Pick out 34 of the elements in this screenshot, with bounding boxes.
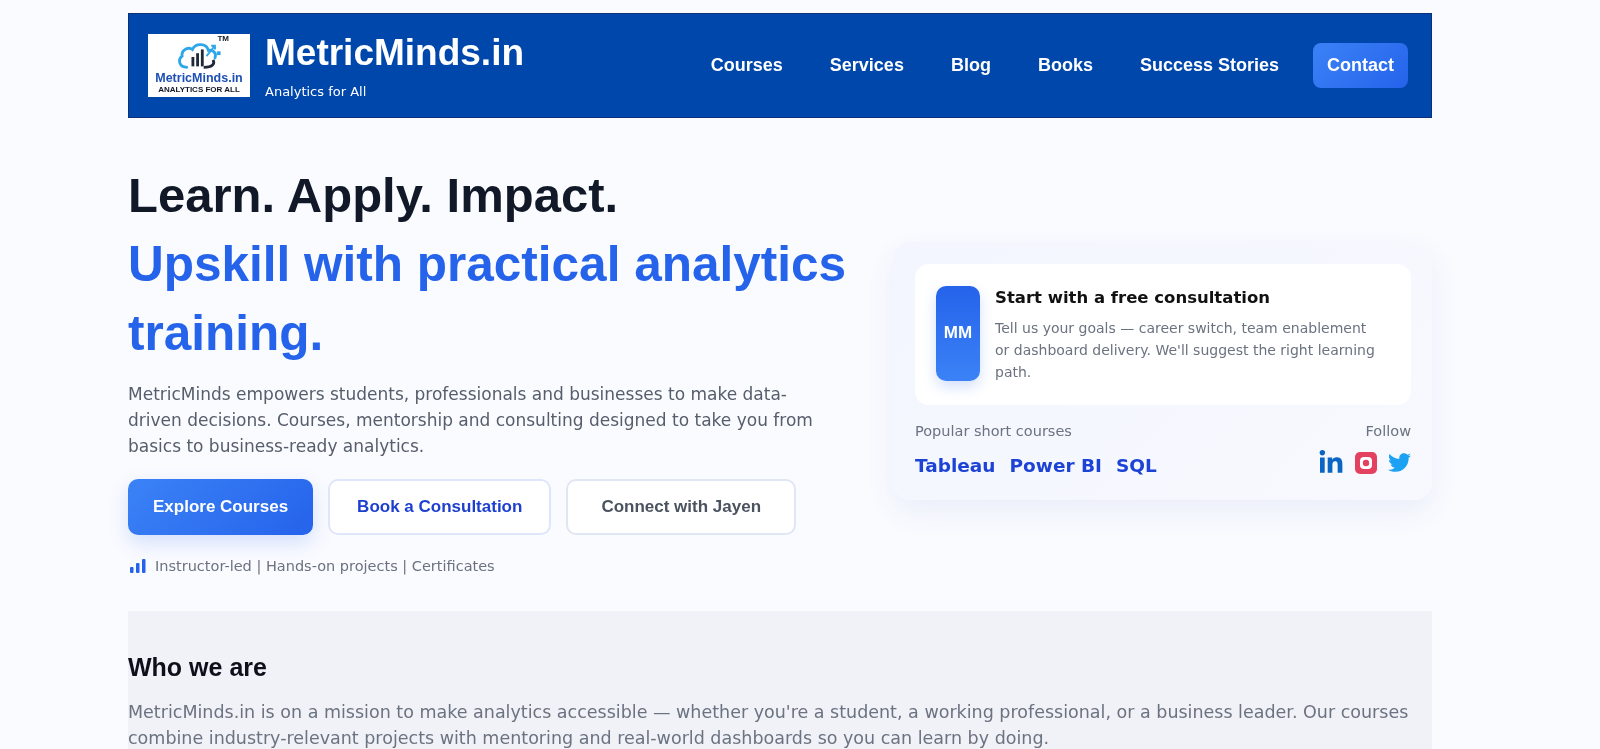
twitter-icon[interactable]	[1388, 451, 1411, 474]
brand-name: MetricMinds.in	[265, 31, 525, 74]
cloud-chart-icon	[175, 41, 223, 72]
linkedin-icon[interactable]	[1318, 449, 1344, 476]
primary-button[interactable]: Explore Courses	[128, 479, 314, 535]
courses-label: Popular short courses	[915, 421, 1072, 441]
contact-button[interactable]: Contact	[1313, 43, 1408, 88]
follow-label: Follow	[1365, 421, 1411, 441]
nav-link[interactable]: Blog	[950, 55, 991, 76]
logo-wordmark: MetricMinds.in	[155, 72, 243, 85]
nav-link[interactable]: Books	[1037, 55, 1093, 76]
about-text: MetricMinds.in is on a mission to make analytics accessible — whether you're a student, a working professional, or a business leader. Our courses combine industry-relevant projects with mentoring and real-world dashboards so you can learn by doing.	[128, 701, 1410, 749]
bar-chart-icon	[130, 559, 146, 573]
hero-intro: MetricMinds empowers students, professionals and businesses to make data-driven decisions. Courses, mentorship and consulting designed to take you from basics to business-ready analytics.	[128, 383, 814, 458]
nav-link[interactable]: Services	[829, 55, 904, 76]
features-text: Instructor-led | Hands-on projects | Certificates	[155, 557, 495, 575]
secondary-button[interactable]: Book a Consultation	[328, 479, 552, 535]
monogram-tile: MM	[936, 285, 980, 381]
hero-title: Learn. Apply. Impact.	[128, 167, 620, 224]
course-link[interactable]: Tableau	[915, 453, 996, 478]
brand-slogan: Analytics for All	[265, 83, 367, 100]
trademark-mark: TM	[217, 34, 229, 43]
secondary-button[interactable]: Connect with Jayen	[566, 479, 797, 535]
course-link[interactable]: Power BI	[1009, 453, 1102, 478]
course-link[interactable]: SQL	[1116, 453, 1157, 478]
card-title: Start with a free consultation	[995, 286, 1270, 309]
hero-subtitle: Upskill with practical analytics training.	[128, 235, 848, 362]
logo-tagline: ANALYTICS FOR ALL	[158, 85, 240, 95]
card-description: Tell us your goals — career switch, team enablement or dashboard delivery. We'll suggest the right learning path.	[995, 318, 1376, 382]
nav-link[interactable]: Success Stories	[1139, 55, 1279, 76]
about-title: Who we are	[128, 652, 268, 682]
instagram-icon[interactable]	[1355, 451, 1377, 474]
nav-link[interactable]: Courses	[710, 55, 783, 76]
logo-badge[interactable]: TM MetricMinds.in ANALYTICS FOR ALL	[148, 34, 250, 97]
